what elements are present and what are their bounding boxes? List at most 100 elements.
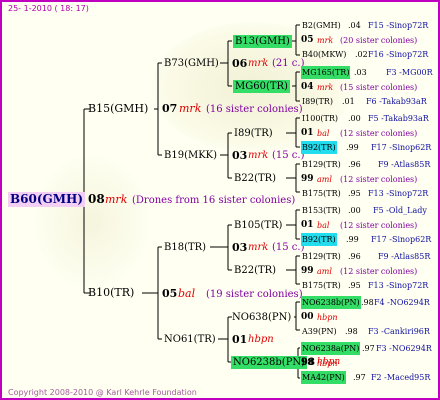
dam-num: 05 — [162, 287, 178, 300]
gen4-score: .95 — [348, 281, 361, 290]
gen4-code[interactable]: F2 -Maced95R — [371, 371, 430, 384]
root-id[interactable]: B60(GMH) — [8, 192, 86, 207]
gen4-num: 99 — [301, 266, 314, 276]
copyright: Copyright 2008-2010 @ Karl Kehrle Founda… — [8, 388, 197, 397]
gen2-num: 03 — [232, 149, 248, 162]
gen2-id[interactable]: B19(MKK) — [164, 149, 217, 162]
gen4-num: 04 — [301, 82, 314, 92]
gen4-note: (12 sister colonies) — [340, 221, 418, 230]
gen4-score: .01 — [342, 97, 355, 106]
pedigree-chart: 25- 1-2010 ( 18: 17) B60(GMH) 08 mrk (Dr… — [0, 0, 440, 400]
sire-num: 07 — [162, 102, 178, 115]
gen4-id[interactable]: NO6238b(PN) — [301, 296, 361, 309]
gen4-score: .98 — [361, 298, 374, 307]
gen4-num: 00 — [301, 312, 314, 322]
gen4-num: 05 — [301, 35, 314, 45]
gen4-id[interactable]: B2(GMH) — [301, 19, 342, 32]
gen2-id[interactable]: B73(GMH) — [164, 57, 219, 70]
gen4-code[interactable]: F3 -Cankiri96R — [368, 325, 430, 338]
gen4-name: hbpn — [317, 359, 338, 368]
gen2-num: 01 — [232, 333, 248, 346]
gen4-code[interactable]: F4 -NO6294R — [374, 296, 430, 309]
gen4-note: (20 sister colonies) — [340, 36, 418, 45]
root-note: (Drones from 16 sister colonies) — [132, 195, 296, 206]
gen4-score: .00 — [348, 114, 361, 123]
root-name: mrk — [105, 193, 128, 206]
gen4-code[interactable]: F3 -MG00R — [386, 66, 433, 79]
gen2-num: 03 — [232, 241, 248, 254]
gen4-id[interactable]: MA42(PN) — [301, 371, 346, 384]
gen3-id[interactable]: B105(TR) — [234, 219, 282, 232]
gen4-id[interactable]: B153(TR) — [301, 204, 342, 217]
gen4-id[interactable]: B129(TR) — [301, 250, 342, 263]
gen4-code[interactable]: F6 -Takab93aR — [366, 95, 427, 108]
gen4-num: 98 — [301, 358, 314, 368]
gen4-note: (12 sister colonies) — [340, 267, 418, 276]
dam-note: (19 sister colonies) — [206, 289, 303, 300]
gen4-code[interactable]: F17 -Sinop62R — [371, 141, 431, 154]
gen4-note: (12 sister colonies) — [340, 129, 418, 138]
gen4-id[interactable]: A39(PN) — [301, 325, 338, 338]
gen4-score: .96 — [348, 252, 361, 261]
gen2-name: hbpn — [248, 334, 274, 345]
gen4-id[interactable]: B92(TR) — [301, 233, 337, 246]
gen4-id[interactable]: B175(TR) — [301, 279, 342, 292]
gen4-id[interactable]: B40(MKW) — [301, 48, 347, 61]
gen2-note: (15 c.) — [272, 150, 305, 161]
gen4-code[interactable]: F15 -Sinop72R — [368, 19, 428, 32]
gen3-id[interactable]: I89(TR) — [234, 127, 273, 140]
gen4-score: .96 — [348, 160, 361, 169]
gen4-score: .99 — [346, 235, 359, 244]
gen4-code[interactable]: F5 -Old_Lady — [373, 204, 427, 217]
gen4-id[interactable]: MG165(TR) — [301, 66, 351, 79]
gen3-id[interactable]: B13(GMH) — [233, 35, 292, 48]
gen4-code[interactable]: F9 -Atlas85R — [378, 158, 430, 171]
gen4-score: .00 — [348, 206, 361, 215]
gen4-name: mrk — [317, 36, 334, 45]
gen2-name: mrk — [248, 150, 269, 161]
gen4-score: .98 — [345, 327, 358, 336]
gen4-name: aml — [317, 267, 332, 276]
gen2-id[interactable]: NO61(TR) — [164, 333, 216, 346]
gen4-note: (12 sister colonies) — [340, 175, 418, 184]
gen4-name: hbpn — [317, 313, 338, 322]
gen4-num: 01 — [301, 128, 314, 138]
gen4-score: .02 — [355, 50, 368, 59]
gen4-id[interactable]: I89(TR) — [301, 95, 334, 108]
gen4-name: bal — [317, 129, 330, 138]
gen2-note: (15 c.) — [272, 242, 305, 253]
dam-id[interactable]: B10(TR) — [88, 286, 134, 299]
gen4-code[interactable]: F13 -Sinop72R — [368, 279, 428, 292]
gen2-id[interactable]: B18(TR) — [164, 241, 206, 254]
gen3-id[interactable]: B22(TR) — [234, 264, 276, 277]
sire-name: mrk — [179, 102, 202, 115]
root-num: 08 — [88, 192, 105, 206]
gen4-score: .97 — [362, 344, 375, 353]
gen4-id[interactable]: B92(TR) — [301, 141, 337, 154]
gen3-id[interactable]: B22(TR) — [234, 172, 276, 185]
dam-name: bal — [178, 287, 196, 300]
gen2-name: mrk — [248, 242, 269, 253]
sire-note: (16 sister colonies) — [206, 104, 303, 115]
gen4-id[interactable]: I100(TR) — [301, 112, 339, 125]
gen4-score: .03 — [354, 68, 367, 77]
gen4-score: .99 — [346, 143, 359, 152]
gen3-id[interactable]: MG60(TR) — [233, 80, 290, 93]
gen4-code[interactable]: F17 -Sinop62R — [371, 233, 431, 246]
gen4-code[interactable]: F13 -Sinop72R — [368, 187, 428, 200]
gen2-num: 06 — [232, 57, 248, 70]
gen3-id[interactable]: NO638(PN) — [232, 311, 291, 324]
gen4-id[interactable]: B175(TR) — [301, 187, 342, 200]
gen4-score: .04 — [348, 21, 361, 30]
gen4-id[interactable]: B129(TR) — [301, 158, 342, 171]
sire-id[interactable]: B15(GMH) — [88, 102, 148, 115]
gen4-id[interactable]: NO6238a(PN) — [301, 342, 361, 355]
gen4-code[interactable]: F5 -Takab93aR — [368, 112, 429, 125]
gen4-code[interactable]: F9 -Atlas85R — [378, 250, 430, 263]
gen4-code[interactable]: F3 -NO6294R — [376, 342, 432, 355]
gen3-id[interactable]: NO6238b(PN) — [231, 356, 308, 369]
gen4-code[interactable]: F16 -Sinop72R — [368, 48, 428, 61]
gen4-num: 01 — [301, 220, 314, 230]
gen4-score: .97 — [353, 373, 366, 382]
gen2-name: mrk — [248, 58, 269, 69]
